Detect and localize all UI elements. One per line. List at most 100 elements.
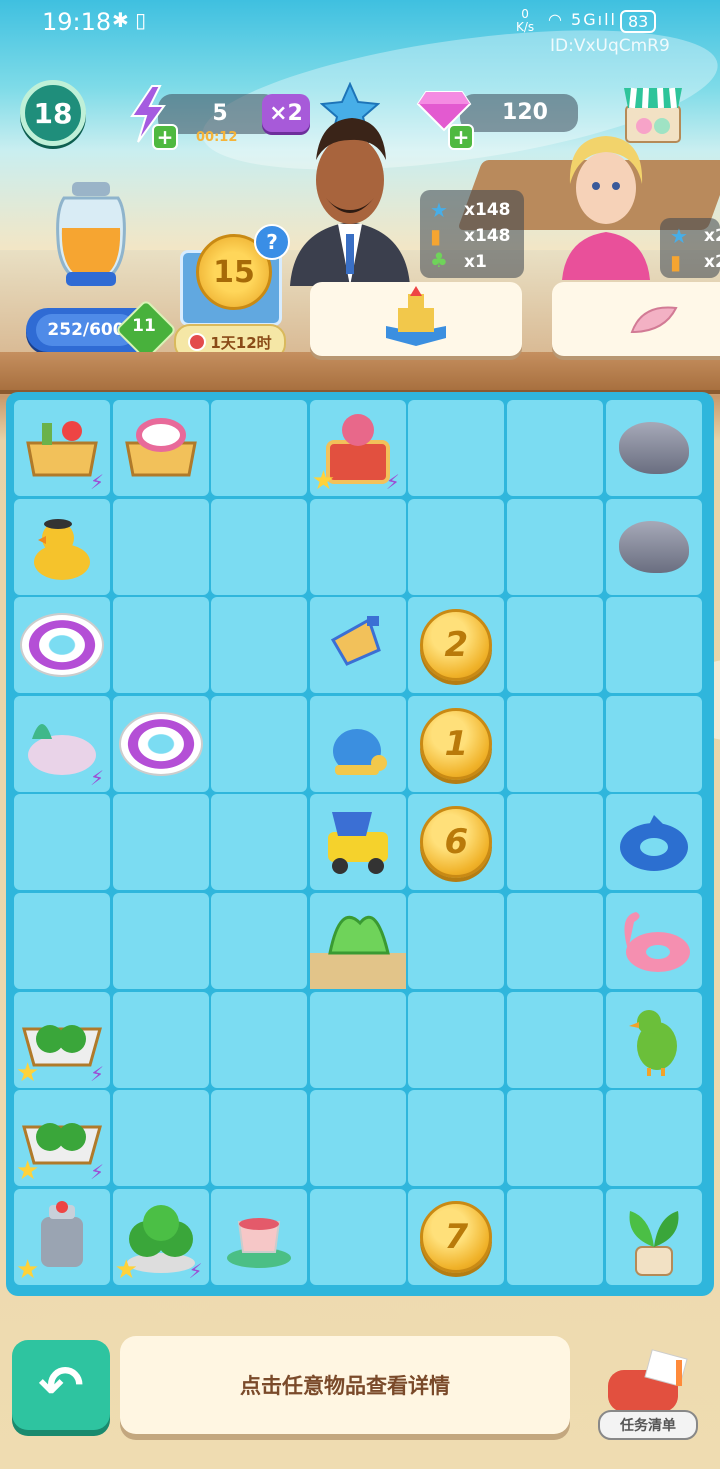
- board-cell[interactable]: [408, 498, 505, 595]
- energy-timer: 00:12: [196, 130, 238, 145]
- board-cell[interactable]: [211, 991, 308, 1088]
- energy-bolt-icon: ⚡: [89, 765, 104, 790]
- board-cell[interactable]: [112, 991, 209, 1088]
- potted-plant-item[interactable]: [606, 1189, 702, 1285]
- board-cell[interactable]: [14, 794, 110, 891]
- board-cell[interactable]: [507, 498, 603, 595]
- order-count: x2: [704, 226, 720, 246]
- hint-panel: 点击任意物品查看详情: [120, 1336, 570, 1434]
- board-cell[interactable]: [605, 695, 702, 792]
- board-cell[interactable]: [408, 991, 505, 1088]
- clock-icon: [188, 333, 207, 351]
- order-bubble[interactable]: ★ x148 ▮ x148 ♣ x1: [420, 190, 524, 278]
- sand-scoop-item[interactable]: [310, 597, 406, 693]
- board-cell[interactable]: [507, 597, 603, 694]
- counter-shelf: [0, 352, 720, 390]
- board-cell[interactable]: [211, 400, 308, 496]
- board-cell[interactable]: [507, 695, 603, 792]
- energy-leaf-item[interactable]: [309, 893, 406, 989]
- board-cell[interactable]: [14, 893, 110, 989]
- board-cell[interactable]: [211, 597, 308, 694]
- juice-jar-icon[interactable]: [46, 180, 136, 290]
- mailbox-icon[interactable]: [598, 1346, 694, 1420]
- board-cell[interactable]: [211, 498, 308, 595]
- board-cell[interactable]: [112, 794, 209, 891]
- order-count: x148: [464, 200, 511, 220]
- order-card[interactable]: [310, 282, 522, 356]
- order-bubble[interactable]: ★ x2 ▮ x2: [660, 218, 720, 278]
- watermelon-cart-generator[interactable]: ★ ⚡: [14, 1090, 110, 1186]
- coin-item[interactable]: 1: [408, 696, 504, 792]
- shark-float-item[interactable]: [606, 794, 702, 890]
- board-cell[interactable]: [211, 893, 308, 989]
- board-cell[interactable]: [309, 498, 406, 595]
- board-cell[interactable]: [507, 1188, 603, 1285]
- watermelon-pile-generator[interactable]: ★ ⚡: [113, 1189, 209, 1285]
- board-cell[interactable]: [605, 1090, 702, 1187]
- energy-bolt-icon: ⚡: [89, 1061, 104, 1086]
- coin-item[interactable]: 7: [408, 1189, 504, 1285]
- back-button[interactable]: ↶: [12, 1340, 110, 1430]
- player-id: ID:VxUqCmR9: [550, 36, 670, 56]
- beach-basket-generator[interactable]: ⚡: [14, 400, 110, 496]
- flamingo-float-item[interactable]: [606, 893, 702, 989]
- board-cell[interactable]: [408, 1090, 505, 1187]
- board-cell[interactable]: [408, 893, 505, 989]
- swim-ring-item[interactable]: [14, 597, 110, 693]
- swim-ring-item[interactable]: [113, 696, 209, 792]
- rubber-duck-item[interactable]: [14, 499, 110, 595]
- order-card[interactable]: [552, 282, 720, 356]
- energy-bolt-icon: ⚡: [89, 470, 104, 494]
- energy-bolt-icon: ⚡: [385, 470, 400, 494]
- board-cell[interactable]: [309, 991, 406, 1088]
- board-cell[interactable]: [211, 794, 308, 891]
- float-basket-generator[interactable]: [113, 400, 209, 496]
- board-cell[interactable]: [112, 597, 209, 694]
- energy-value: 5: [212, 101, 228, 126]
- customer-man[interactable]: [280, 110, 420, 286]
- parrot-item[interactable]: [606, 992, 702, 1088]
- board-cell[interactable]: [309, 1188, 406, 1285]
- octopus-chest-generator[interactable]: ★ ⚡: [310, 400, 406, 496]
- energy-plus-button[interactable]: +: [152, 124, 178, 150]
- status-time: 19:18: [42, 8, 112, 36]
- board-cell[interactable]: [112, 1090, 209, 1187]
- board-cell[interactable]: [309, 1090, 406, 1187]
- energy-icon: ♣: [430, 248, 448, 272]
- watering-can-item[interactable]: [310, 696, 406, 792]
- watermelon-juice-item[interactable]: [211, 1189, 307, 1285]
- board-cell[interactable]: [211, 695, 308, 792]
- coin-item[interactable]: 2: [408, 597, 504, 693]
- board-cell[interactable]: [605, 597, 702, 694]
- watermelon-cart-generator[interactable]: ★ ⚡: [14, 992, 110, 1088]
- coral-shell-generator[interactable]: ⚡: [14, 696, 110, 792]
- rock-obstacle[interactable]: [606, 499, 702, 595]
- coin-value: 1: [420, 707, 493, 780]
- gem-count: 120: [502, 100, 548, 125]
- board-cell[interactable]: [507, 991, 603, 1088]
- level-badge[interactable]: 18: [20, 80, 86, 146]
- board-cell[interactable]: [112, 498, 209, 595]
- toy-truck-item[interactable]: [310, 794, 406, 890]
- board-cell[interactable]: [211, 1090, 308, 1187]
- coin-value: 2: [420, 609, 493, 682]
- order-count: x1: [464, 252, 487, 272]
- energy-bolt-icon: ⚡: [188, 1258, 203, 1283]
- battery-icon: 83: [620, 10, 657, 33]
- board-cell[interactable]: [112, 893, 209, 989]
- star-icon: ★: [311, 466, 336, 496]
- gem-plus-button[interactable]: +: [448, 124, 474, 150]
- juicer-machine-generator[interactable]: ★: [14, 1189, 110, 1285]
- coin-item[interactable]: 6: [408, 794, 504, 890]
- board-cell[interactable]: [507, 400, 603, 496]
- task-list-button[interactable]: 任务清单: [598, 1410, 698, 1440]
- board-cell[interactable]: [408, 400, 505, 496]
- star-icon: ★: [430, 198, 448, 222]
- customer-girl[interactable]: [556, 128, 656, 280]
- seashell-icon: [630, 306, 678, 334]
- rock-obstacle[interactable]: [606, 400, 702, 496]
- board-cell[interactable]: [507, 1090, 603, 1187]
- board-cell[interactable]: [507, 794, 603, 891]
- sandcastle-icon: [386, 286, 446, 346]
- board-cell[interactable]: [507, 893, 603, 989]
